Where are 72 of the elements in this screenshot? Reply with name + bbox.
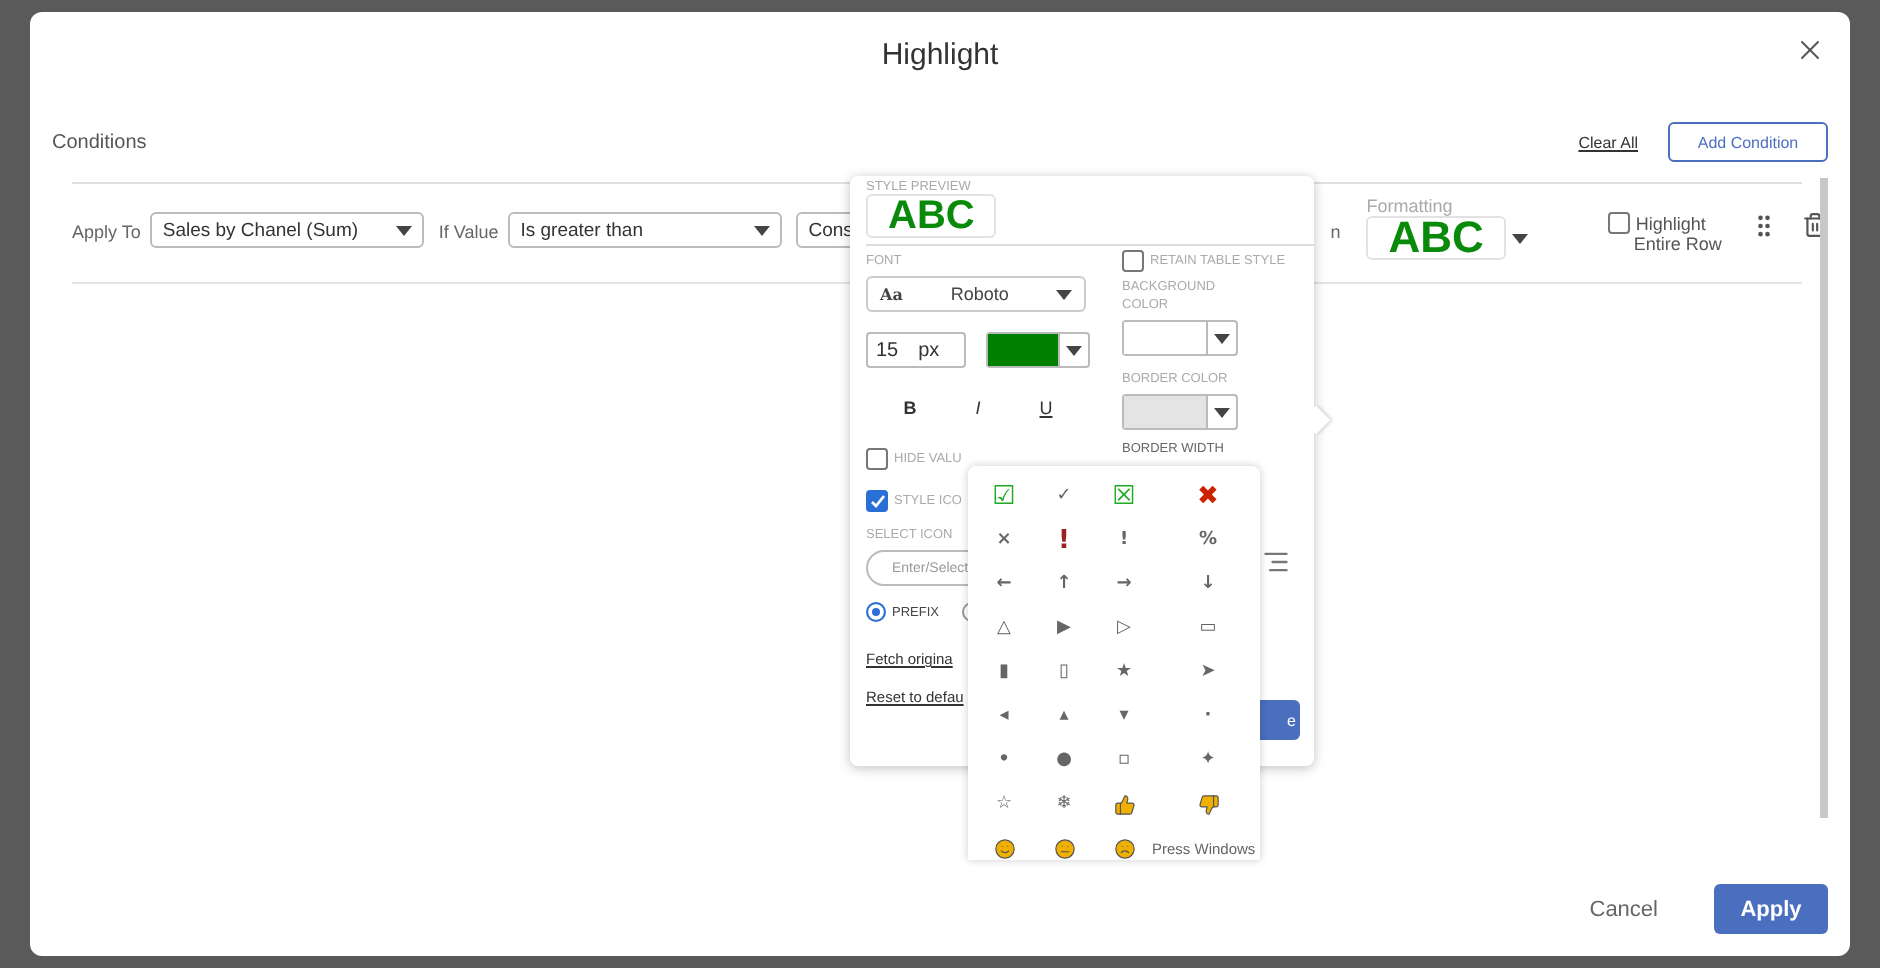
symbol-option[interactable]: ☆ [976,782,1032,826]
font-select[interactable]: Aa Roboto [866,276,1086,312]
symbol-option[interactable]: ↑ [1032,562,1096,606]
caret-icon [396,225,413,235]
position-radio[interactable] [866,602,886,622]
symbol-option[interactable]: → [1096,562,1152,606]
bold-button[interactable]: B [890,396,930,420]
symbol-option[interactable]: ✦ [1152,738,1260,782]
symbol-option[interactable]: ← [976,562,1032,606]
symbol-option[interactable]: × [976,518,1032,562]
checkbox-label: Highlight [1635,213,1706,233]
thumbs-down-icon[interactable] [1197,793,1219,815]
symbol-option[interactable]: ◂ [976,694,1032,738]
add-condition-button[interactable]: Add Condition [1668,122,1828,162]
caret-icon [1056,289,1073,299]
symbol-option[interactable]: ▴ [1032,694,1096,738]
text-color-picker[interactable] [986,332,1090,368]
symbol-option[interactable]: △ [976,606,1032,650]
symbol-option[interactable]: • [976,738,1032,782]
symbol-option[interactable]: ➤ [1152,650,1260,694]
caret-icon [754,225,771,235]
frown-face-icon[interactable] [1113,837,1135,859]
formatting-label: Formatting [1366,196,1455,216]
symbol-option[interactable]: ▶ [1032,606,1096,650]
checkbox-label: Entire Row [1633,234,1722,254]
symbol-option[interactable]: ! [1032,518,1096,562]
size-field[interactable]: 15 px [866,332,966,368]
style-icon-checkbox[interactable] [866,490,888,512]
symbol-option[interactable]: ↓ [1152,562,1260,606]
symbol-option[interactable]: ● [1032,738,1096,782]
symbol-option[interactable]: ▯ [1032,650,1096,694]
caret-icon [1214,407,1230,417]
symbol-option[interactable]: ▷ [1096,606,1152,650]
clear-all-link[interactable]: Clear All [1578,133,1638,151]
scrollbar[interactable] [1820,178,1828,818]
apply-to-select[interactable]: Sales by Chanel (Sum) [150,212,425,248]
symbol-option[interactable]: ☒ [1096,474,1152,518]
thumbs-up-icon[interactable] [1113,793,1135,815]
symbol-option[interactable]: % [1152,518,1260,562]
apply-button[interactable]: Apply [1714,884,1828,934]
operator-select[interactable]: Is greater than [508,212,783,248]
highlight-checkbox[interactable] [1607,212,1630,234]
symbol-option[interactable]: ! [1096,518,1152,562]
style-preview: ABC [866,194,997,238]
hide-value-checkbox[interactable] [866,448,888,470]
underline-button[interactable]: U [1026,396,1066,420]
neutral-face-icon[interactable] [1053,837,1075,859]
symbol-option[interactable]: ▭ [1152,606,1260,650]
caret-icon [1511,233,1528,243]
cancel-button[interactable]: Cancel [1577,895,1670,923]
symbol-option[interactable]: ▫ [1096,738,1152,782]
border-color-picker[interactable] [1122,394,1238,430]
field-label: If Value [438,222,499,242]
caret-icon [1066,345,1082,355]
symbol-option[interactable]: ✓ [1032,474,1096,518]
format-preview[interactable]: ABC [1366,216,1506,260]
symbol-option[interactable]: ✖ [1152,474,1260,518]
symbol-option[interactable]: ❄ [1032,782,1096,826]
italic-button[interactable]: I [958,396,998,420]
symbol-option[interactable]: ▾ [1096,694,1152,738]
dialog-title: Highlight [881,37,999,71]
symbol-option[interactable]: ▮ [976,650,1032,694]
retain-checkbox[interactable] [1122,250,1144,272]
symbol-option[interactable]: ☑ [976,474,1032,518]
smiley-icon[interactable] [993,837,1015,859]
section-title: Conditions [52,131,149,153]
align-right-icon[interactable] [1262,548,1290,576]
field-label: n [1330,222,1341,242]
symbol-option[interactable]: ★ [1096,650,1152,694]
field-label: Apply To [72,222,141,242]
caret-icon [1214,333,1230,343]
background-color-picker[interactable] [1122,320,1238,356]
